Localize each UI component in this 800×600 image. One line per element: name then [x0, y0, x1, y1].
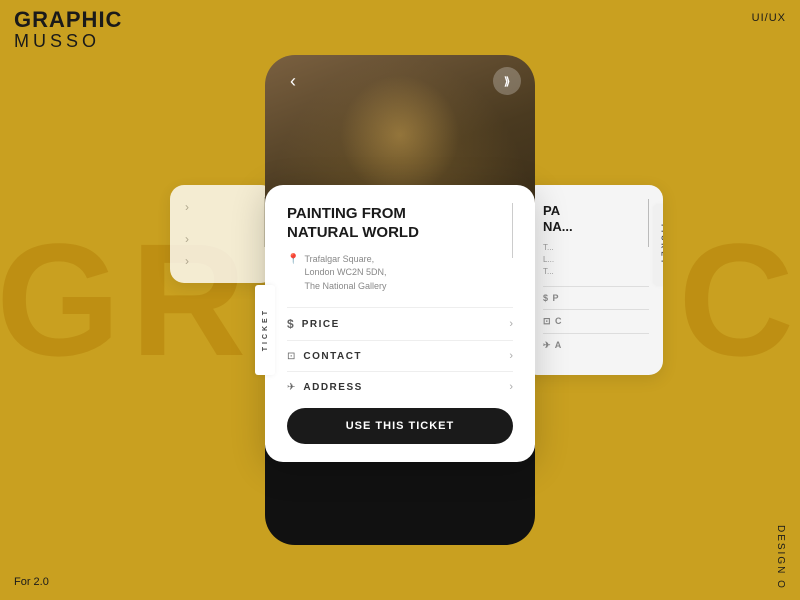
- uiux-label: UI/UX: [752, 12, 786, 24]
- ticket-card-left-peek: TICKET › › ›: [170, 185, 275, 283]
- main-ticket-card: PAINTING FROM NATURAL WORLD 📍 Trafalgar …: [265, 185, 535, 462]
- brand-container: GRAPHIC MUSSO: [14, 8, 122, 52]
- address-label: ADDRESS: [303, 382, 362, 393]
- design-label: DESIGN O: [775, 525, 786, 590]
- address-icon: ✈: [287, 382, 295, 393]
- ticket-title: PAINTING FROM NATURAL WORLD: [287, 205, 447, 243]
- price-row[interactable]: $ PRICE ›: [287, 307, 513, 340]
- right-peek-divider: [648, 199, 649, 247]
- address-chevron: ›: [509, 381, 513, 393]
- price-label: PRICE: [302, 319, 340, 330]
- ticket-label-right-peek: TICKET: [653, 205, 663, 285]
- ticket-card-right-peek: TICKET PANA... T...L...T... $ P ⊡ C ✈ A: [523, 185, 663, 375]
- peek-title: PANA...: [543, 203, 649, 234]
- dollar-icon: $: [287, 317, 294, 331]
- card-top-divider: [512, 203, 513, 258]
- ticket-location: 📍 Trafalgar Square, London WC2N 5DN, The…: [287, 253, 513, 294]
- brand-graphic-text: GRAPHIC: [14, 8, 122, 32]
- ticket-side-label-main: TICKET: [255, 285, 275, 375]
- location-text: Trafalgar Square, London WC2N 5DN, The N…: [304, 253, 386, 294]
- info-icon: ⟫: [504, 75, 510, 88]
- contact-row[interactable]: ⊡ CONTACT ›: [287, 340, 513, 371]
- left-peek-chevron2: ›: [185, 232, 267, 246]
- peek-contact-row: ⊡ C: [543, 309, 649, 333]
- address-row[interactable]: ✈ ADDRESS ›: [287, 371, 513, 402]
- contact-chevron: ›: [509, 350, 513, 362]
- left-peek-chevron1: ›: [185, 200, 267, 214]
- location-pin-icon: 📍: [287, 254, 299, 265]
- brand-musso-text: MUSSO: [14, 32, 122, 52]
- ticket-side-label-text: TICKET: [262, 308, 269, 351]
- contact-icon: ⊡: [287, 351, 295, 362]
- peek-location: T...L...T...: [543, 242, 649, 278]
- address-row-left: ✈ ADDRESS: [287, 382, 363, 393]
- ticket-label-right-text: TICKET: [660, 223, 664, 266]
- left-peek-chevron3: ›: [185, 254, 267, 268]
- contact-row-left: ⊡ CONTACT: [287, 351, 362, 362]
- price-row-left: $ PRICE: [287, 317, 340, 331]
- face-artwork: [340, 75, 460, 195]
- contact-label: CONTACT: [303, 351, 362, 362]
- peek-price-row: $ P: [543, 286, 649, 309]
- peek-address-row: ✈ A: [543, 333, 649, 357]
- use-ticket-button[interactable]: USE THIS TICKET: [287, 408, 513, 444]
- back-button[interactable]: ‹: [279, 67, 307, 95]
- info-button[interactable]: ⟫: [493, 67, 521, 95]
- version-label: For 2.0: [14, 576, 49, 588]
- price-chevron: ›: [509, 318, 513, 330]
